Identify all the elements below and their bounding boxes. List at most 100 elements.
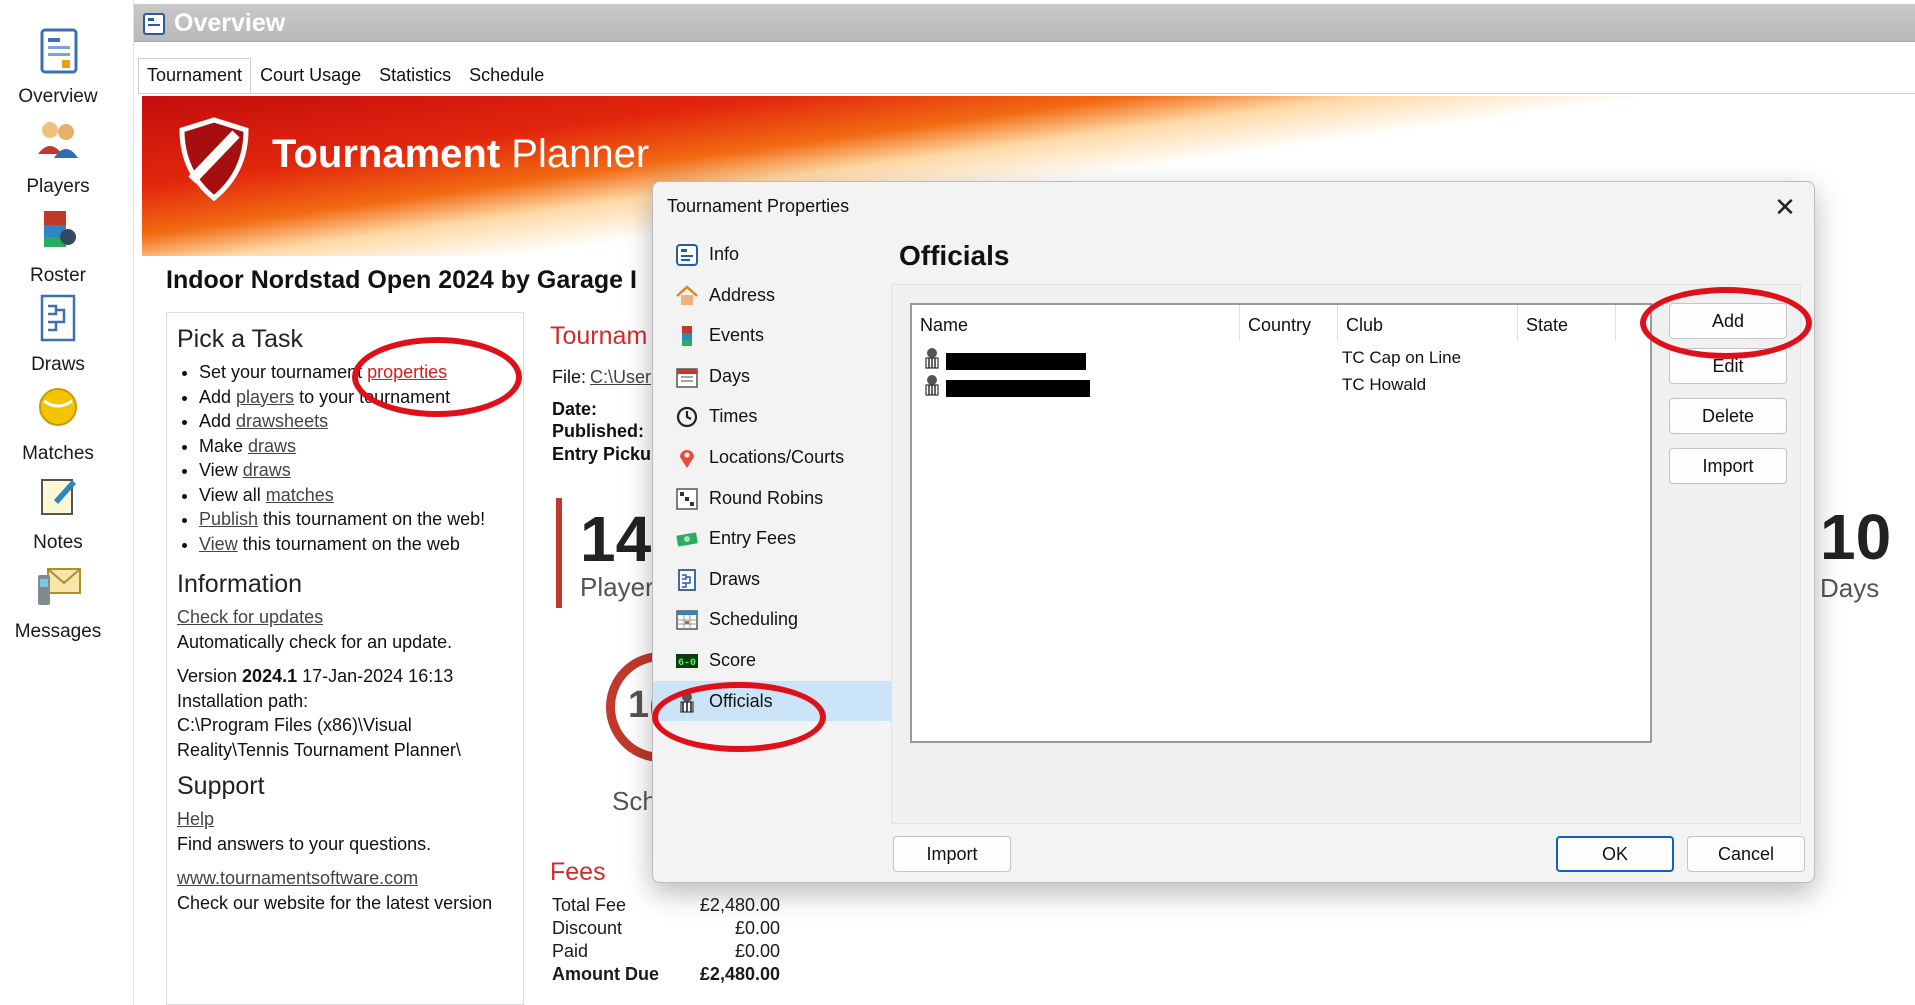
ok-button[interactable]: OK [1556, 836, 1674, 872]
check-updates-text: Automatically check for an update. [177, 631, 453, 652]
nav-draws-label: Draws [709, 568, 761, 589]
nav-times[interactable]: Times [653, 396, 891, 437]
entry-pickup-label: Entry Picku [552, 444, 652, 464]
officials-panel: Name Country Club State TC Cap on Line T… [891, 284, 1801, 824]
pick-task-heading: Pick a Task [177, 325, 303, 353]
nav-roster-label: Roster [30, 265, 86, 286]
nav-info[interactable]: Info [653, 234, 891, 275]
import-side-button[interactable]: Import [1669, 448, 1787, 484]
dialog-title: Tournament Properties [667, 196, 850, 216]
task-list: Set your tournament properties Add playe… [177, 360, 513, 556]
official-club: TC Cap on Line [1342, 348, 1462, 367]
view-web-link[interactable]: View [199, 534, 238, 554]
overview-header-bar: Overview [134, 4, 1915, 42]
nav-scheduling[interactable]: Scheduling [653, 599, 891, 640]
column-header-club[interactable]: Club [1338, 305, 1518, 341]
official-icon [680, 691, 694, 713]
nav-messages[interactable]: Messages [0, 559, 116, 643]
location-pin-icon [680, 449, 694, 468]
nav-address[interactable]: Address [653, 275, 891, 316]
file-label: File: [552, 367, 587, 387]
task-text: Set your tournament [199, 362, 368, 382]
task-text: Add [199, 386, 237, 407]
nav-events-label: Events [709, 325, 765, 346]
official-icon [925, 375, 939, 396]
nav-locations-courts[interactable]: Locations/Courts [653, 437, 891, 478]
matches-link[interactable]: matches [266, 485, 334, 505]
nav-draws[interactable]: Draws [653, 559, 891, 600]
version-number: 2024.1 [242, 666, 298, 686]
properties-nav: Info Address Events Days Times Locations… [653, 234, 891, 722]
tournament-name: Indoor Nordstad Open 2024 by Garage I [166, 266, 637, 294]
players-link[interactable]: players [236, 387, 294, 407]
add-button[interactable]: Add [1669, 303, 1787, 339]
view-draws-link[interactable]: draws [243, 460, 291, 480]
draws-icon [678, 568, 696, 591]
website-link[interactable]: www.tournamentsoftware.com [177, 868, 418, 888]
cancel-button[interactable]: Cancel [1687, 836, 1805, 872]
task-item: Make draws [199, 434, 513, 459]
task-item: View draws [199, 458, 513, 483]
nav-matches-label: Matches [22, 443, 94, 464]
nav-days-label: Days [709, 365, 751, 386]
delete-button[interactable]: Delete [1669, 398, 1787, 434]
column-header-country[interactable]: Country [1240, 305, 1338, 341]
nav-draws[interactable]: Draws [0, 292, 116, 376]
tab-statistics[interactable]: Statistics [370, 58, 460, 94]
publish-link[interactable]: Publish [199, 509, 258, 529]
nav-score[interactable]: 6-0 Score [653, 640, 891, 681]
file-path-link[interactable]: C:\User [590, 367, 651, 388]
tab-schedule[interactable]: Schedule [460, 58, 553, 94]
roster-icon [44, 211, 76, 247]
fee-value: £0.00 [734, 918, 780, 938]
drawsheets-link[interactable]: drawsheets [236, 411, 328, 431]
officials-list[interactable]: Name Country Club State TC Cap on Line T… [910, 303, 1652, 743]
nav-overview-label: Overview [18, 86, 98, 107]
home-icon [676, 284, 698, 305]
nav-officials[interactable]: Officials [653, 680, 891, 722]
import-button[interactable]: Import [893, 836, 1011, 872]
days-stat: 10 Days [1820, 505, 1891, 604]
header-title: Overview [174, 9, 286, 37]
nav-info-label: Info [709, 244, 740, 264]
tab-tournament[interactable]: Tournament [138, 58, 252, 94]
nav-days[interactable]: Days [653, 356, 891, 397]
nav-roster[interactable]: Roster [0, 203, 116, 287]
events-icon [682, 326, 692, 347]
nav-round-robins[interactable]: Round Robins [653, 478, 891, 519]
players-icon [38, 122, 78, 158]
fee-label: Amount Due [552, 964, 659, 984]
players-caption: Player [580, 572, 654, 602]
check-updates-link[interactable]: Check for updates [177, 607, 323, 627]
tab-court-usage[interactable]: Court Usage [251, 58, 370, 94]
fee-value: £0.00 [734, 941, 780, 961]
help-link[interactable]: Help [177, 809, 214, 829]
scheduled-caption: Sch [612, 786, 657, 816]
svg-text:6-0: 6-0 [678, 658, 696, 669]
nav-matches[interactable]: Matches [0, 381, 116, 465]
column-header-state[interactable]: State [1518, 305, 1616, 341]
properties-link[interactable]: properties [367, 362, 447, 382]
help-block: Help Find answers to your questions. [177, 807, 513, 856]
nav-overview[interactable]: Overview [0, 24, 116, 108]
close-icon[interactable]: ✕ [1768, 190, 1802, 224]
redacted-name [946, 353, 1086, 370]
nav-players[interactable]: Players [0, 114, 116, 198]
nav-events[interactable]: Events [653, 315, 891, 356]
days-caption: Days [1820, 573, 1880, 603]
list-item[interactable]: TC Howald [912, 372, 1652, 399]
edit-button[interactable]: Edit [1669, 348, 1787, 384]
nav-notes[interactable]: Notes [0, 470, 116, 554]
days-count: 10 [1820, 501, 1892, 573]
nav-messages-label: Messages [14, 621, 102, 642]
list-item[interactable]: TC Cap on Line [912, 345, 1652, 372]
make-draws-link[interactable]: draws [248, 436, 296, 456]
nav-entry-fees[interactable]: Entry Fees [653, 518, 891, 559]
task-text: to your tournament [294, 386, 451, 407]
task-text: Add [199, 411, 237, 431]
task-text: Make [199, 435, 249, 456]
install-path: C:\Program Files (x86)\Visual Reality\Te… [177, 715, 461, 760]
fee-label: Paid [552, 941, 589, 961]
column-header-name[interactable]: Name [912, 305, 1240, 341]
task-text: View [199, 460, 243, 480]
